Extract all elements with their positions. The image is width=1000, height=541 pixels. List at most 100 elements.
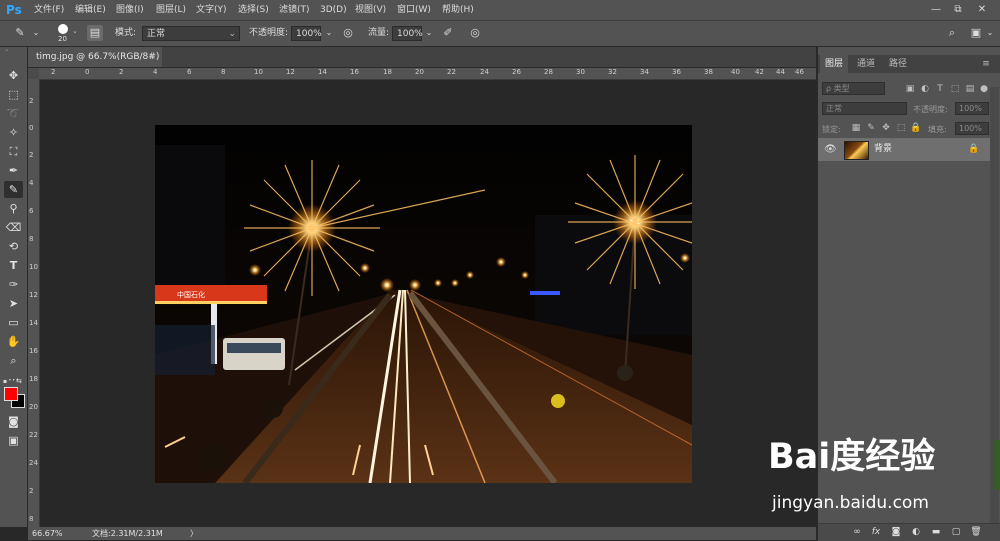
menu-filter[interactable]: 滤镜(T) <box>279 0 310 20</box>
move-tool-icon[interactable]: ✥ <box>4 67 23 84</box>
foreground-color-swatch[interactable] <box>4 387 18 401</box>
menu-type[interactable]: 文字(Y) <box>196 0 227 20</box>
menu-3d[interactable]: 3D(D) <box>320 0 347 20</box>
layer-opacity-input[interactable]: 100% <box>955 102 989 115</box>
chevron-down-icon[interactable]: ⌄ <box>982 25 998 41</box>
layer-style-icon[interactable]: fx <box>869 526 883 539</box>
screen-mode-icon[interactable]: ▣ <box>4 432 23 449</box>
ruler-tick-label: 18 <box>383 68 392 76</box>
brush-size-picker[interactable]: 20 ⌄ <box>55 24 78 44</box>
default-colors-icon[interactable]: ▪ <box>3 378 11 385</box>
lock-pixels-icon[interactable]: ✎ <box>865 122 877 134</box>
menu-window[interactable]: 窗口(W) <box>397 0 431 20</box>
watermark-url: jingyan.baidu.com <box>772 493 929 513</box>
ruler-tick-label: 28 <box>544 68 553 76</box>
close-window-button[interactable]: ✕ <box>974 2 990 18</box>
filter-toggle-icon[interactable]: ● <box>978 83 990 95</box>
brush-preset-icon[interactable]: ✎ <box>12 25 28 41</box>
lock-position-icon[interactable]: ✥ <box>880 122 892 134</box>
quick-select-tool-icon[interactable]: ✧ <box>4 124 23 141</box>
pressure-size-icon[interactable]: ◎ <box>467 25 483 41</box>
lasso-tool-icon[interactable]: ➰ <box>4 105 23 122</box>
layer-name[interactable]: 背景 <box>874 138 892 161</box>
new-layer-icon[interactable]: ▢ <box>949 526 963 539</box>
pressure-opacity-icon[interactable]: ◎ <box>340 25 356 41</box>
vertical-ruler[interactable]: 2 0 2 4 6 8 10 12 14 16 18 20 22 24 2 8 <box>28 79 40 527</box>
tab-paths[interactable]: 路径 <box>884 55 912 73</box>
fill-input[interactable]: 100% <box>955 122 989 135</box>
add-mask-icon[interactable]: ◙ <box>889 526 903 539</box>
eraser-tool-icon[interactable]: ⌫ <box>4 219 23 236</box>
layer-filter-select[interactable]: ρ 类型 <box>822 82 885 95</box>
fill-value: 100% <box>959 124 982 133</box>
toolbar-grip[interactable]: » <box>5 48 22 54</box>
flow-input[interactable]: 100% <box>392 26 423 41</box>
minimize-button[interactable]: — <box>928 2 944 18</box>
filter-smart-icon[interactable]: ▤ <box>964 83 976 95</box>
ruler-tick-label: 14 <box>318 68 327 76</box>
filter-type-icon[interactable]: T <box>934 83 946 95</box>
tab-channels[interactable]: 通道 <box>852 55 880 73</box>
horizontal-ruler[interactable]: 2 0 2 4 6 8 10 12 14 16 18 20 22 24 26 2… <box>28 68 816 80</box>
stamp-tool-icon[interactable]: ⚲ <box>4 200 23 217</box>
history-brush-tool-icon[interactable]: ⟲ <box>4 238 23 255</box>
brush-panel-toggle-icon[interactable]: ▤ <box>87 25 103 41</box>
lock-artboard-icon[interactable]: ⬚ <box>895 122 907 134</box>
menu-select[interactable]: 选择(S) <box>238 0 269 20</box>
search-icon[interactable]: ⌕ <box>944 25 960 41</box>
marquee-tool-icon[interactable]: ⬚ <box>4 86 23 103</box>
swap-colors-icon[interactable]: ⇆ <box>16 377 24 385</box>
path-select-tool-icon[interactable]: ➤ <box>4 295 23 312</box>
mode-select[interactable]: 正常 ⌄ <box>142 26 240 41</box>
link-layers-icon[interactable]: ∞ <box>850 526 864 539</box>
menu-layer[interactable]: 图层(L) <box>156 0 186 20</box>
ruler-origin[interactable] <box>28 68 39 79</box>
opacity-value: 100% <box>296 29 322 39</box>
ruler-tick-label: 6 <box>187 68 192 76</box>
chevron-down-icon: ⌄ <box>72 27 78 35</box>
document-tab[interactable]: timg.jpg @ 66.7%(RGB/8#) × <box>28 47 162 67</box>
fill-label: 填充: <box>928 125 947 134</box>
filter-pixel-icon[interactable]: ▣ <box>904 83 916 95</box>
chevron-down-icon[interactable]: ⌄ <box>28 25 44 41</box>
brush-tool-icon[interactable]: ✎ <box>4 181 23 198</box>
chevron-down-icon[interactable]: ⌄ <box>321 25 337 41</box>
lock-transparent-icon[interactable]: ▦ <box>850 122 862 134</box>
opacity-input[interactable]: 100% <box>291 26 322 41</box>
shape-tool-icon[interactable]: ▭ <box>4 314 23 331</box>
menu-file[interactable]: 文件(F) <box>34 0 64 20</box>
close-tab-icon[interactable]: × <box>148 47 156 67</box>
visibility-eye-icon[interactable]: 👁 <box>824 138 837 161</box>
menu-view[interactable]: 视图(V) <box>355 0 386 20</box>
filter-adjustment-icon[interactable]: ◐ <box>919 83 931 95</box>
photoshop-logo: Ps <box>6 3 22 17</box>
new-group-icon[interactable]: ▬ <box>929 526 943 539</box>
quick-mask-icon[interactable]: ◙ <box>4 413 23 430</box>
menu-image[interactable]: 图像(I) <box>116 0 144 20</box>
text-tool-icon[interactable]: T <box>4 257 23 274</box>
pen-tool-icon[interactable]: ✑ <box>4 276 23 293</box>
ruler-tick-label: 22 <box>29 431 38 439</box>
hand-tool-icon[interactable]: ✋ <box>4 333 23 350</box>
zoom-level[interactable]: 66.67% <box>32 527 63 540</box>
adjustment-layer-icon[interactable]: ◐ <box>909 526 923 539</box>
layer-filter-value: ρ 类型 <box>826 84 850 93</box>
status-bar: 66.67% 文档:2.31M/2.31M 〉 <box>28 527 816 540</box>
status-menu-arrow[interactable]: 〉 <box>190 527 198 540</box>
document-image[interactable]: 中国石化 <box>155 125 692 483</box>
filter-shape-icon[interactable]: ⬚ <box>949 83 961 95</box>
menu-edit[interactable]: 编辑(E) <box>75 0 106 20</box>
zoom-tool-icon[interactable]: ⌕ <box>4 352 23 369</box>
panel-menu-icon[interactable]: ≡ <box>978 55 994 73</box>
chevron-down-icon[interactable]: ⌄ <box>421 25 437 41</box>
restore-button[interactable]: ⧉ <box>950 2 966 18</box>
delete-layer-icon[interactable]: 🗑 <box>969 526 983 539</box>
layer-row[interactable]: 👁 背景 🔒 <box>818 138 990 161</box>
airbrush-icon[interactable]: ✐ <box>440 25 456 41</box>
tab-layers[interactable]: 图层 <box>820 55 848 73</box>
lock-all-icon[interactable]: 🔒 <box>910 122 922 134</box>
menu-help[interactable]: 帮助(H) <box>442 0 474 20</box>
crop-tool-icon[interactable]: ⛶ <box>4 143 23 160</box>
ruler-tick-label: 10 <box>29 263 38 271</box>
blend-mode-select[interactable]: 正常 <box>822 102 907 115</box>
